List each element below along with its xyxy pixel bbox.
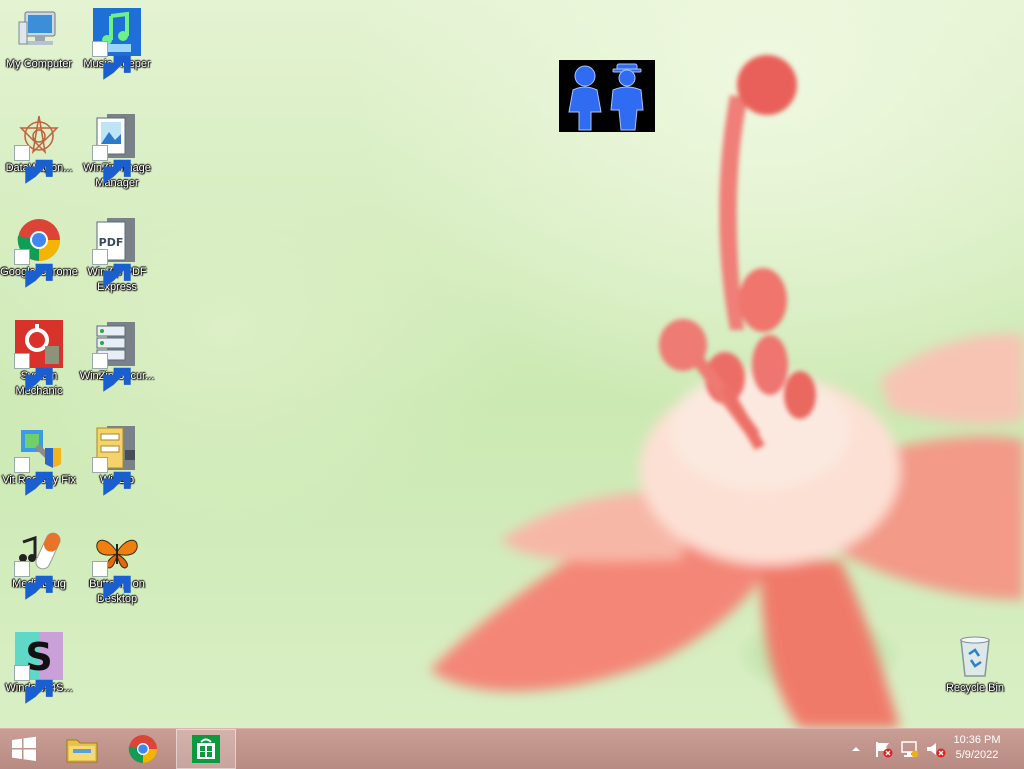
system-mechanic-icon: [14, 320, 63, 392]
winzip-secure-icon: [92, 320, 141, 392]
computer-icon: [15, 8, 63, 56]
file-explorer-taskbar-button[interactable]: [52, 729, 112, 769]
shortcut-arrow-icon: [14, 145, 53, 184]
winzip-image-manager-icon: [92, 112, 141, 184]
recycle-bin-desktop-icon[interactable]: Recycle Bin: [936, 632, 1014, 696]
store-icon: [192, 735, 220, 763]
winzip-secure-desktop-icon[interactable]: WinZip Secur...: [78, 320, 156, 392]
shortcut-arrow-icon: [92, 145, 131, 184]
windows4s-desktop-icon[interactable]: S Windows4S...: [0, 632, 78, 704]
taskbar-clock[interactable]: 10:36 PM 5/9/2022: [942, 733, 1012, 763]
two-people-icon: [568, 63, 644, 131]
shortcut-arrow-icon: [14, 561, 53, 600]
shortcut-arrow-icon: [92, 457, 131, 496]
windows4s-icon: S: [14, 632, 63, 704]
my-computer-desktop-icon[interactable]: My Computer: [0, 8, 78, 72]
chrome-icon: [128, 735, 157, 763]
vit-registry-fix-desktop-icon[interactable]: Vit Registry Fix: [0, 424, 78, 496]
show-hidden-icons-icon[interactable]: [848, 739, 864, 759]
music-keeper-desktop-icon[interactable]: Music Keeper: [78, 8, 156, 80]
recycle-bin-icon: [951, 632, 999, 680]
winzip-desktop-icon[interactable]: WinZip: [78, 424, 156, 496]
clock-date: 5/9/2022: [955, 749, 999, 761]
winzip-pdf-express-desktop-icon[interactable]: PDF WinZip PDF Express: [78, 216, 156, 295]
butterfly-on-desktop-icon[interactable]: Butterfly on Desktop: [78, 528, 156, 607]
google-chrome-desktop-icon[interactable]: Google Chrome: [0, 216, 78, 288]
shortcut-arrow-icon: [14, 353, 53, 392]
winzip-pdf-express-icon: PDF: [92, 216, 141, 288]
store-taskbar-button[interactable]: [176, 729, 236, 769]
shortcut-arrow-icon: [14, 665, 53, 704]
winzip-image-manager-desktop-icon[interactable]: WinZip Image Manager: [78, 112, 156, 191]
shortcut-arrow-icon: [14, 249, 53, 288]
people-icon-image[interactable]: [559, 60, 655, 132]
clock-time: 10:36 PM: [953, 734, 1001, 746]
network-icon[interactable]: [898, 739, 922, 759]
taskbar: 10:36 PM 5/9/2022: [0, 728, 1024, 769]
system-mechanic-desktop-icon[interactable]: System Mechanic: [0, 320, 78, 399]
datawagon-icon: [14, 112, 63, 184]
start-button[interactable]: [0, 729, 48, 769]
shortcut-arrow-icon: [92, 353, 131, 392]
shortcut-arrow-icon: [92, 249, 131, 288]
svg-text:PDF: PDF: [99, 236, 124, 249]
butterfly-icon: [92, 528, 141, 600]
file-explorer-icon: [66, 739, 98, 763]
vit-registry-fix-icon: [14, 424, 63, 496]
music-keeper-icon: [92, 8, 141, 80]
system-tray: [848, 729, 948, 769]
action-center-flag-icon[interactable]: [872, 739, 896, 759]
shortcut-arrow-icon: [92, 561, 131, 600]
winzip-icon: [92, 424, 141, 496]
chrome-icon: [14, 216, 63, 288]
windows-logo-icon: [12, 736, 36, 761]
datawagon-desktop-icon[interactable]: DataWagon...: [0, 112, 78, 184]
shortcut-arrow-icon: [92, 41, 131, 80]
shortcut-arrow-icon: [14, 457, 53, 496]
chrome-taskbar-button[interactable]: [113, 729, 173, 769]
mediadrug-desktop-icon[interactable]: MediaDrug: [0, 528, 78, 600]
mediadrug-icon: [14, 528, 63, 600]
